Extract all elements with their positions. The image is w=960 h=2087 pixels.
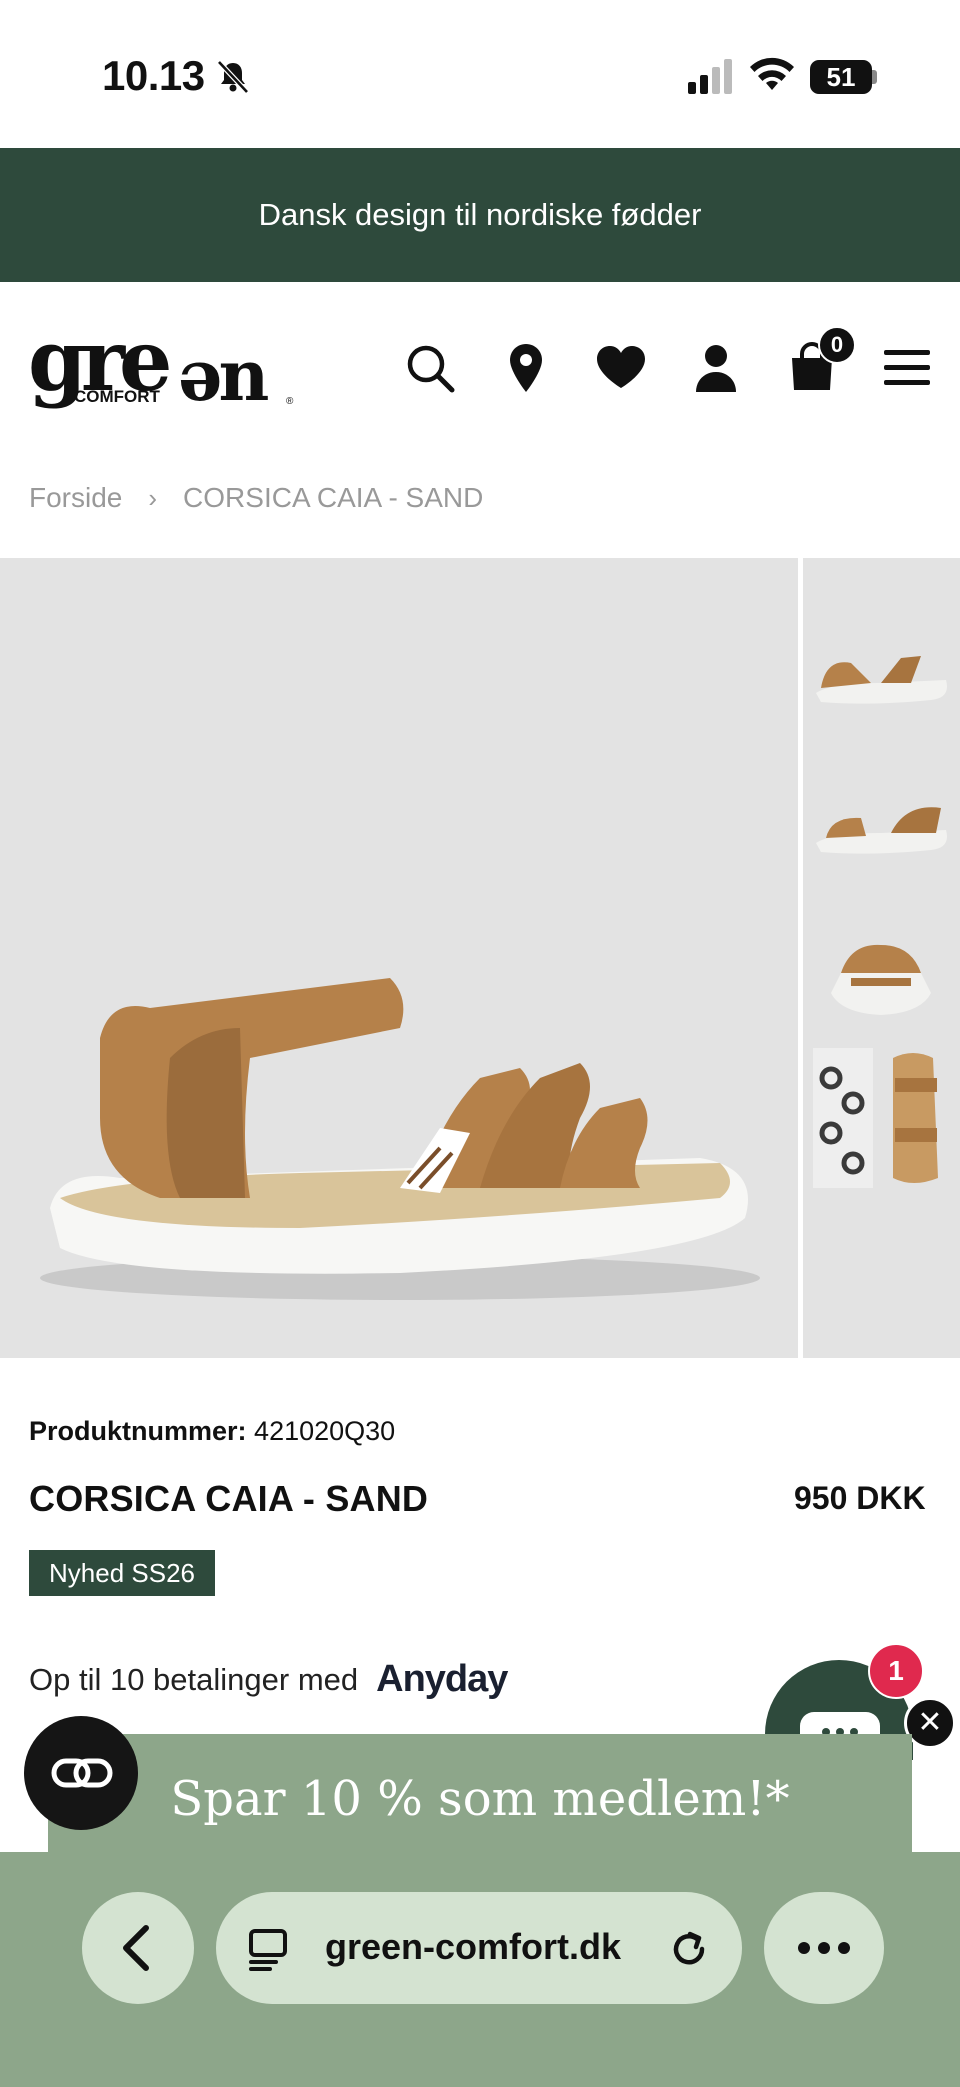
installments-text: Op til 10 betalinger med bbox=[29, 1661, 359, 1697]
ellipsis-icon bbox=[798, 1942, 850, 1954]
chevron-left-icon bbox=[123, 1925, 149, 1971]
svg-text:ən: ən bbox=[178, 334, 269, 410]
new-season-badge: Nyhed SS26 bbox=[29, 1550, 215, 1596]
promo-banner: Dansk design til nordiske fødder bbox=[0, 148, 960, 282]
breadcrumb-separator: › bbox=[148, 482, 158, 513]
reload-icon[interactable] bbox=[666, 1926, 712, 1972]
thumbnail-3[interactable] bbox=[821, 933, 941, 1023]
thumbnail-4[interactable] bbox=[813, 1048, 953, 1188]
silent-bell-icon bbox=[217, 60, 249, 94]
product-number: Produktnummer: 421020Q30 bbox=[29, 1416, 395, 1447]
installments-info: Op til 10 betalinger med Anyday bbox=[29, 1658, 508, 1701]
reader-mode-button[interactable] bbox=[24, 1716, 138, 1830]
breadcrumb-home-link[interactable]: Forside bbox=[29, 482, 122, 514]
product-main-image[interactable] bbox=[0, 558, 798, 1358]
product-number-value: 421020Q30 bbox=[254, 1416, 396, 1446]
location-pin-icon[interactable] bbox=[498, 340, 554, 396]
battery-level: 51 bbox=[826, 62, 856, 92]
battery-indicator: 51 bbox=[810, 60, 872, 94]
hamburger-menu-icon[interactable] bbox=[880, 340, 936, 396]
reader-icon bbox=[51, 1758, 113, 1788]
user-icon[interactable] bbox=[688, 340, 744, 396]
cell-signal-icon bbox=[688, 59, 732, 94]
green-comfort-logo[interactable]: gre ən COMFORT ® bbox=[28, 320, 308, 410]
breadcrumb-current: CORSICA CAIA - SAND bbox=[183, 482, 484, 513]
heart-icon[interactable] bbox=[593, 340, 649, 396]
product-number-label: Produktnummer: bbox=[29, 1416, 247, 1446]
url-text: green-comfort.dk bbox=[325, 1926, 622, 1967]
chat-unread-badge: 1 bbox=[868, 1643, 924, 1699]
wifi-icon bbox=[750, 57, 794, 90]
search-icon[interactable] bbox=[402, 340, 458, 396]
thumbnail-2[interactable] bbox=[811, 788, 953, 868]
breadcrumb: Forside › CORSICA CAIA - SAND bbox=[29, 482, 483, 514]
cart-count-badge: 0 bbox=[818, 326, 856, 364]
more-options-button[interactable] bbox=[764, 1892, 884, 2004]
svg-text:®: ® bbox=[286, 396, 294, 407]
product-price: 950 DKK bbox=[794, 1480, 926, 1516]
back-button[interactable] bbox=[82, 1892, 194, 2004]
thumbnail-1[interactable] bbox=[811, 638, 953, 718]
member-promo[interactable]: Spar 10 % som medlem!* bbox=[48, 1734, 912, 1864]
anyday-logo: Anyday bbox=[376, 1658, 508, 1700]
status-time: 10.13 bbox=[102, 52, 205, 99]
tab-overview-icon[interactable] bbox=[246, 1926, 292, 1972]
thumbnail-column bbox=[800, 558, 960, 1358]
battery-tip bbox=[872, 70, 877, 84]
product-title: CORSICA CAIA - SAND bbox=[29, 1478, 429, 1519]
logo-sub: COMFORT bbox=[74, 387, 161, 406]
